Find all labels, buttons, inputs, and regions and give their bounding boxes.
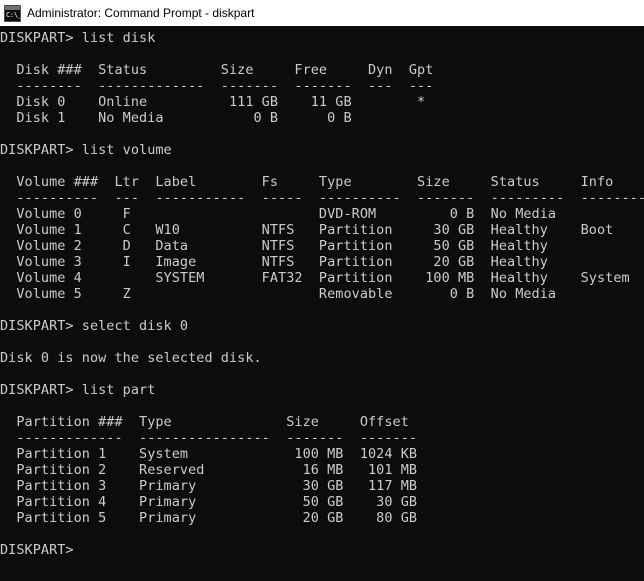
command-prompt-icon[interactable]: C:\_ [4, 4, 22, 22]
icon-prompt-glyph: C:\_ [6, 10, 22, 19]
console-surface[interactable]: DISKPART> list disk Disk ### Status Size… [0, 26, 644, 581]
window-titlebar[interactable]: C:\_ Administrator: Command Prompt - dis… [0, 0, 644, 26]
console-output: DISKPART> list disk Disk ### Status Size… [0, 30, 644, 558]
window-title: Administrator: Command Prompt - diskpart [27, 6, 255, 20]
